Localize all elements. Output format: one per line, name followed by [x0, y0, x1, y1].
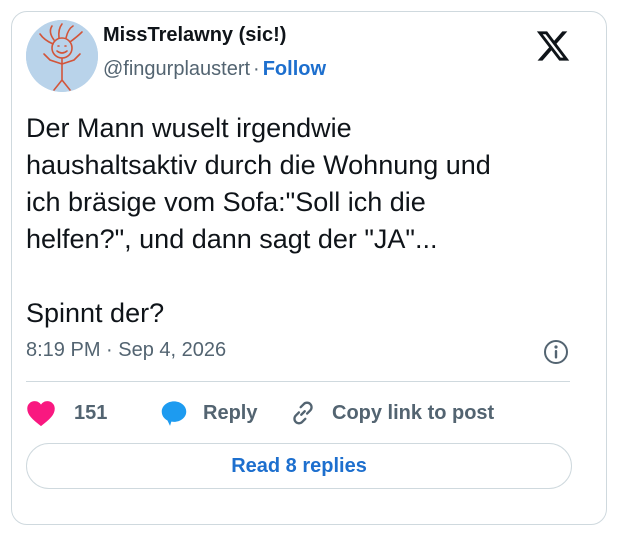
x-logo-icon[interactable] [535, 28, 571, 64]
reply-button[interactable]: Reply [160, 396, 257, 430]
tweet-line: helfen?", und dann sagt der "JA"... [26, 224, 438, 254]
copy-link-label: Copy link to post [332, 401, 495, 424]
speech-bubble-icon [161, 401, 187, 426]
author-name[interactable]: MissTrelawny (sic!) [103, 24, 286, 47]
copy-link-button[interactable]: Copy link to post [289, 396, 494, 430]
read-replies-button[interactable]: Read 8 replies [26, 443, 572, 489]
like-count: 151 [74, 401, 108, 424]
separator-dot: · [253, 58, 260, 80]
avatar[interactable] [26, 20, 98, 92]
reply-label: Reply [203, 401, 258, 424]
author-handle[interactable]: @fingurplaustert [103, 58, 250, 80]
tweet-line: haushaltsaktiv durch die Wohnung und [26, 150, 491, 180]
tweet-line: Spinnt der? [26, 298, 165, 328]
tweet-line: Der Mann wuselt irgendwie [26, 113, 352, 143]
avatar-drawing [26, 20, 98, 92]
like-button[interactable]: 151 [26, 396, 107, 430]
link-icon [293, 401, 313, 425]
tweet-timestamp[interactable]: 8:19 PM · Sep 4, 2026 [26, 339, 226, 362]
author-meta: @fingurplaustert · Follow [103, 58, 326, 81]
follow-button[interactable]: Follow [263, 58, 326, 80]
divider [26, 381, 570, 382]
heart-icon [27, 401, 55, 427]
info-icon[interactable] [543, 339, 569, 365]
action-bar: 151 Reply Copy link to post [26, 396, 570, 430]
tweet-text: Der Mann wuselt irgendwie haushaltsaktiv… [26, 110, 576, 332]
tweet-line: ich bräsige vom Sofa:"Soll ich die [26, 187, 426, 217]
